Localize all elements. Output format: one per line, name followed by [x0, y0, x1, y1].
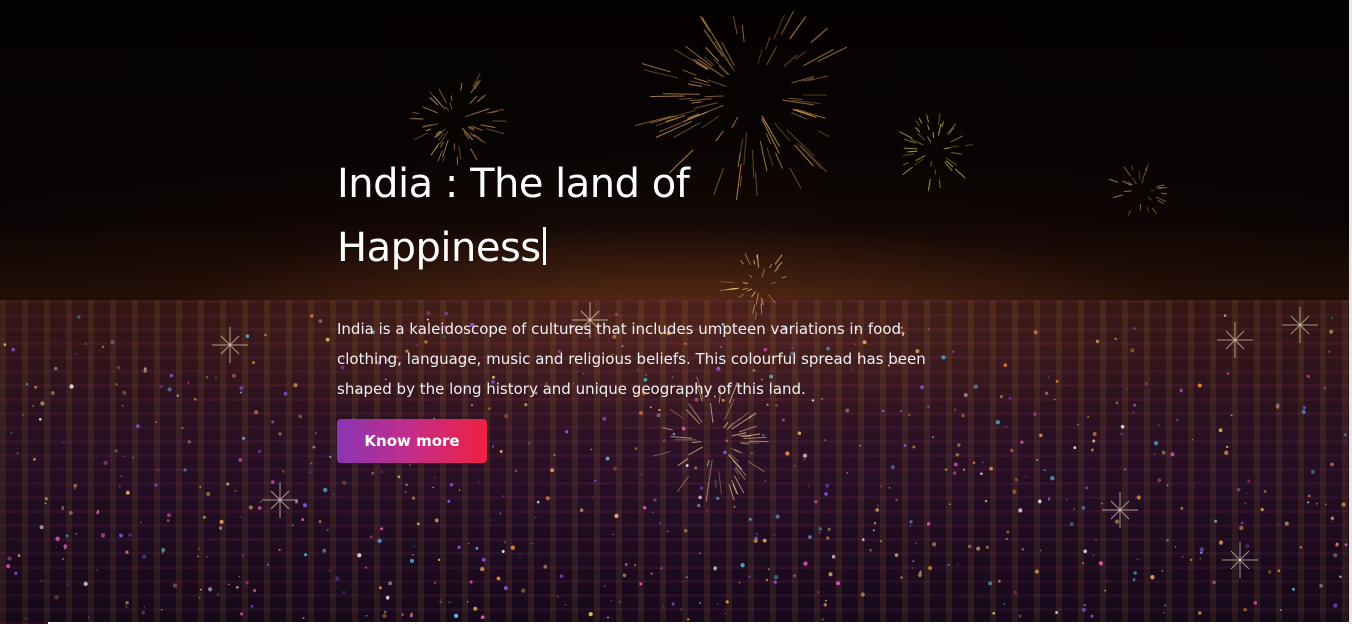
hero-section: India : The land of Happiness India is a…	[0, 0, 1352, 624]
hero-description: India is a kaleidoscope of cultures that…	[337, 320, 926, 398]
know-more-button[interactable]: Know more	[337, 419, 487, 463]
typing-cursor	[542, 227, 546, 265]
hero-title: India : The land of Happiness	[337, 152, 977, 280]
hero-title-line2: Happiness	[337, 225, 541, 271]
hero-content: India : The land of Happiness India is a…	[337, 152, 977, 463]
hero-title-line1: India : The land of	[337, 161, 690, 207]
